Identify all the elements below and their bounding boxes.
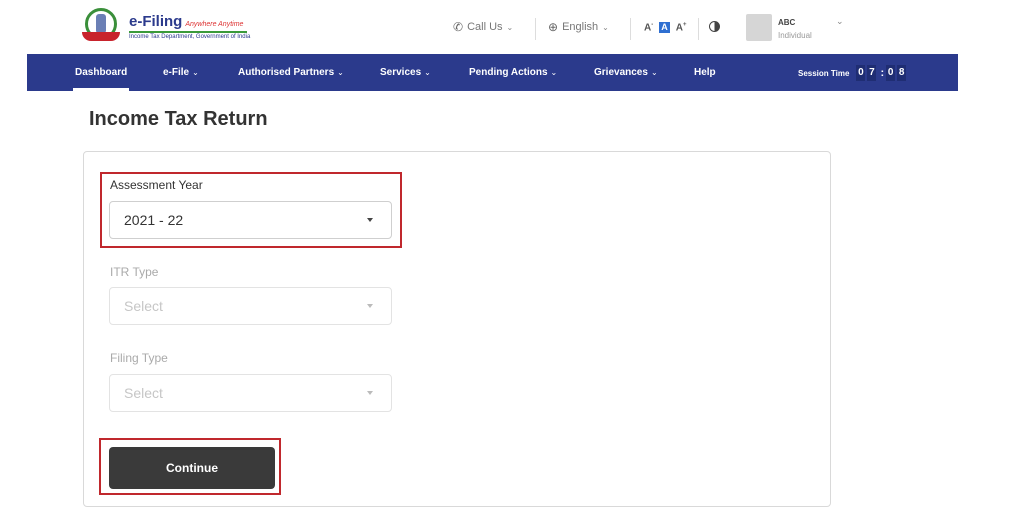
continue-button[interactable]: Continue: [109, 447, 275, 489]
filing-type-select[interactable]: Select: [109, 374, 392, 412]
nav-grievances[interactable]: Grievances ⌄: [594, 54, 658, 91]
call-us-dropdown[interactable]: ✆ Call Us ⌄: [453, 20, 513, 34]
itr-type-select[interactable]: Select: [109, 287, 392, 325]
font-increase-button[interactable]: A+: [676, 22, 687, 33]
session-digit: 0: [886, 65, 896, 81]
logo-title: e-Filing: [129, 12, 183, 30]
chevron-down-icon[interactable]: ⌄: [836, 16, 844, 27]
logo-tagline: Anywhere Anytime: [185, 20, 244, 28]
assessment-year-select[interactable]: 2021 - 22: [109, 201, 392, 239]
contrast-toggle[interactable]: [709, 21, 720, 32]
dropdown-arrow-icon: [367, 391, 373, 395]
chevron-down-icon: ⌄: [506, 22, 514, 32]
globe-icon: ⊕: [548, 20, 559, 34]
efiling-logo[interactable]: e-Filing Anywhere Anytime Income Tax Dep…: [81, 8, 250, 44]
top-header: e-Filing Anywhere Anytime Income Tax Dep…: [27, 0, 958, 54]
avatar[interactable]: [746, 14, 772, 41]
assessment-year-value: 2021 - 22: [124, 212, 184, 228]
session-digit: 0: [856, 65, 866, 81]
chevron-down-icon: ⌄: [192, 68, 199, 77]
nav-dashboard[interactable]: Dashboard: [72, 54, 130, 91]
contrast-icon: [709, 21, 720, 32]
session-label: Session Time: [798, 68, 850, 78]
chevron-down-icon: ⌄: [424, 68, 431, 77]
main-nav: Dashboard e-File ⌄ Authorised Partners ⌄ S…: [27, 54, 958, 91]
session-digit: 8: [897, 65, 907, 81]
assessment-year-label: Assessment Year: [110, 178, 203, 192]
call-us-label: Call Us: [467, 21, 503, 33]
divider: [535, 18, 536, 40]
font-decrease-button[interactable]: A-: [644, 22, 653, 33]
itr-type-label: ITR Type: [110, 265, 159, 279]
chevron-down-icon: ⌄: [602, 22, 609, 32]
font-size-controls: A- A A+: [644, 22, 686, 33]
language-dropdown[interactable]: ⊕ English ⌄: [548, 20, 609, 34]
user-role: Individual: [778, 31, 812, 40]
chevron-down-icon: ⌄: [650, 68, 658, 77]
logo-subtitle: Income Tax Department, Government of Ind…: [129, 33, 251, 40]
chevron-down-icon: ⌄: [337, 68, 344, 77]
session-separator: :: [880, 67, 885, 79]
divider: [630, 18, 631, 40]
session-timer: Session Time 0 7 : 0 8: [798, 65, 908, 81]
page-title: Income Tax Return: [89, 108, 268, 130]
session-digit: 7: [867, 65, 877, 81]
chevron-down-icon: ⌄: [550, 68, 558, 77]
user-name: ABC: [778, 18, 796, 27]
dropdown-arrow-icon: [367, 304, 373, 308]
nav-help[interactable]: Help: [694, 54, 716, 91]
itr-type-placeholder: Select: [124, 298, 163, 314]
nav-efile[interactable]: e-File ⌄: [163, 54, 199, 91]
user-menu[interactable]: ABC Individual: [778, 18, 812, 40]
phone-icon: ✆: [453, 20, 464, 34]
nav-pending-actions[interactable]: Pending Actions ⌄: [469, 54, 557, 91]
nav-authorised-partners[interactable]: Authorised Partners ⌄: [238, 54, 344, 91]
filing-type-label: Filing Type: [110, 351, 168, 365]
filing-type-placeholder: Select: [124, 385, 163, 401]
language-label: English: [562, 21, 599, 33]
nav-services[interactable]: Services ⌄: [380, 54, 431, 91]
divider: [698, 18, 699, 40]
font-default-button[interactable]: A: [659, 22, 670, 34]
dropdown-arrow-icon: [367, 218, 373, 222]
emblem-icon: [81, 8, 121, 44]
